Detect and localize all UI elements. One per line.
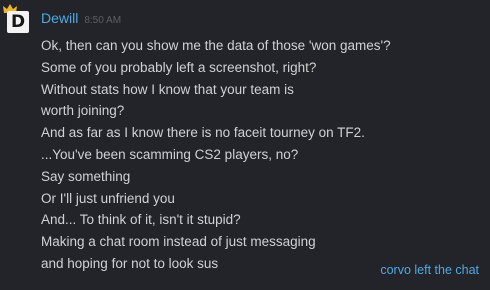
- chat-window: D Dewill 8:50 AM Ok, then can you show m…: [0, 0, 490, 290]
- avatar[interactable]: D: [3, 4, 31, 34]
- message-line: ...You've been scamming CS2 players, no?: [41, 146, 299, 162]
- message-line: Or I'll just unfriend you: [41, 190, 175, 206]
- message-line: Making a chat room instead of just messa…: [41, 234, 316, 250]
- message-line: Some of you probably left a screenshot, …: [41, 59, 317, 75]
- timestamp: 8:50 AM: [84, 15, 122, 26]
- username[interactable]: Dewill: [41, 10, 78, 26]
- message-line: Say something: [41, 168, 131, 184]
- message-line: worth joining?: [41, 103, 125, 119]
- message-line: Without stats how I know that your team …: [41, 81, 294, 97]
- message-line: Ok, then can you show me the data of tho…: [41, 38, 391, 53]
- message-body: Ok, then can you show me the data of tho…: [41, 36, 481, 276]
- message-header: Dewill 8:50 AM: [41, 10, 121, 30]
- avatar-letter: D: [10, 11, 26, 32]
- message-line: And as far as I know there is no faceit …: [41, 125, 365, 141]
- system-notice: corvo left the chat: [380, 263, 479, 277]
- message-line: And... To think of it, isn't it stupid?: [41, 212, 241, 228]
